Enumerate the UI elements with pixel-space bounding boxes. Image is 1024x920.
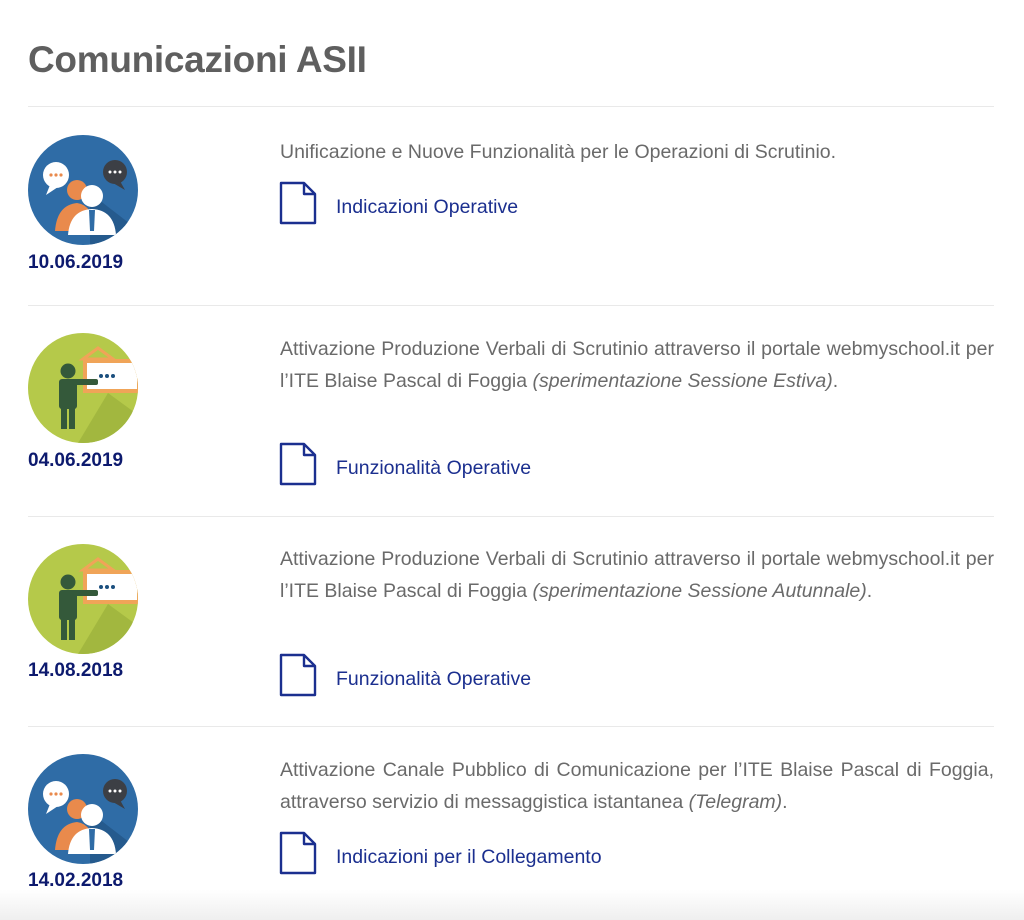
document-icon <box>278 830 318 876</box>
document-icon <box>278 180 318 226</box>
document-link[interactable]: Funzionalità Operative <box>278 652 531 698</box>
entry-text-end: . <box>866 579 873 602</box>
communications-page: Comunicazioni ASII 10.06.2019 Unificazio… <box>0 0 1024 920</box>
entry-text-italic: (sperimentazione Sessione Autunnale) <box>532 579 867 602</box>
entry-text-end: . <box>832 369 839 392</box>
entry-description: Attivazione Produzione Verbali di Scruti… <box>280 334 994 397</box>
document-link-label[interactable]: Funzionalità Operative <box>336 667 531 691</box>
divider <box>28 106 994 107</box>
document-link[interactable]: Indicazioni per il Collegamento <box>278 830 602 876</box>
page-title: Comunicazioni ASII <box>28 39 367 80</box>
document-link[interactable]: Indicazioni Operative <box>278 180 518 226</box>
teacher-icon <box>28 333 138 443</box>
divider <box>28 516 994 517</box>
entry-text-end: . <box>782 790 788 813</box>
document-icon <box>278 441 318 487</box>
entry-text-main: Attivazione Canale Pubblico di Comunicaz… <box>280 759 994 813</box>
bottom-fade <box>0 890 1024 920</box>
teacher-icon <box>28 544 138 654</box>
divider <box>28 305 994 306</box>
entry-text-main: Unificazione e Nuove Funzionalità per le… <box>280 141 837 163</box>
entry-date: 10.06.2019 <box>28 252 124 273</box>
entry-text-italic: (Telegram) <box>688 790 783 813</box>
entry-date: 14.08.2018 <box>28 660 124 681</box>
entry-description: Attivazione Canale Pubblico di Comunicaz… <box>280 755 994 818</box>
entry-date: 14.02.2018 <box>28 870 124 891</box>
divider <box>28 726 994 727</box>
document-link-label[interactable]: Funzionalità Operative <box>336 456 531 480</box>
entry-text-italic: (sperimentazione Sessione Estiva) <box>532 369 833 392</box>
entry-description: Unificazione e Nuove Funzionalità per le… <box>280 137 994 169</box>
meeting-icon <box>28 754 138 864</box>
document-icon <box>278 652 318 698</box>
entry-date: 04.06.2019 <box>28 450 124 471</box>
document-link-label[interactable]: Indicazioni Operative <box>336 195 518 219</box>
entry-description: Attivazione Produzione Verbali di Scruti… <box>280 544 994 607</box>
document-link-label[interactable]: Indicazioni per il Collegamento <box>336 845 602 869</box>
document-link[interactable]: Funzionalità Operative <box>278 441 531 487</box>
meeting-icon <box>28 135 138 245</box>
